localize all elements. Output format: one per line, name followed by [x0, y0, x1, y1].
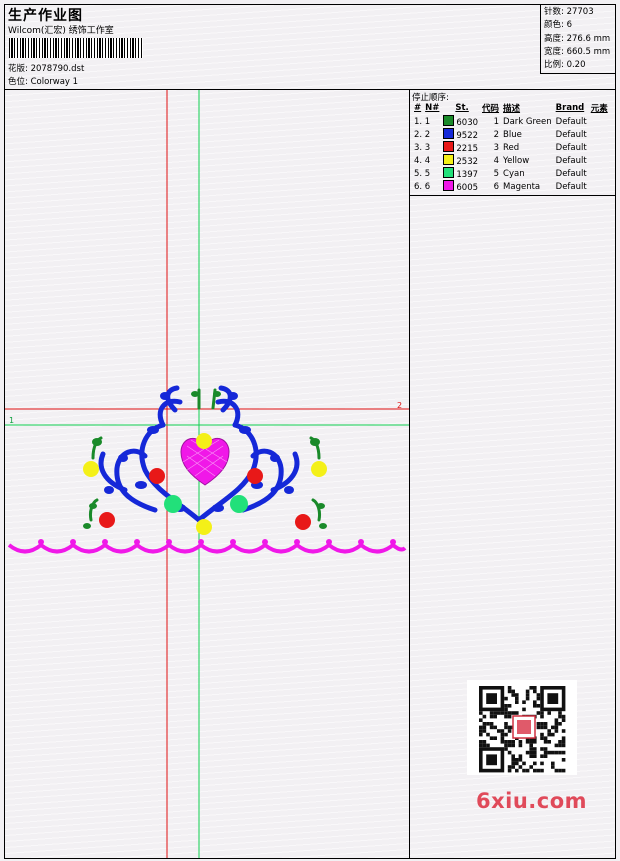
row-swatch-cell: 1397	[441, 167, 480, 180]
studio-subtitle: Wilcom(汇宏) 绣饰工作室	[8, 26, 114, 36]
row-description: Blue	[503, 129, 522, 140]
design-file-label: 花版: 2078790.dst	[8, 64, 85, 74]
col-header-stitch: St.	[455, 103, 469, 113]
row-brand: Default	[555, 168, 587, 179]
worksheet-header: 生产作业图 Wilcom(汇宏) 绣饰工作室 花版: 2078790.dst 色…	[5, 5, 615, 90]
design-height: 高度: 276.6 mm	[544, 33, 611, 44]
row-code: 6005	[456, 183, 479, 193]
embroidery-preview: 1 2	[5, 90, 409, 858]
design-scale: 比例: 0.20	[544, 60, 586, 71]
color-table: # N# St. 代码 描述 Brand 元素 1. 1 6030 1 Dark Gr…	[412, 101, 610, 193]
color-count: 颜色: 6	[544, 20, 572, 31]
color-row[interactable]: 4. 4 2532 4 Yellow Default	[412, 154, 610, 167]
row-index: 5. 5	[414, 168, 431, 179]
row-number: 1	[493, 116, 500, 127]
row-swatch-cell: 6030	[441, 115, 480, 128]
color-row[interactable]: 2. 2 9522 2 Blue Default	[412, 128, 610, 141]
row-index: 4. 4	[414, 155, 431, 166]
color-row[interactable]: 6. 6 6005 6 Magenta Default	[412, 180, 610, 193]
row-index: 2. 2	[414, 129, 431, 140]
qr-code	[467, 680, 577, 775]
color-row[interactable]: 3. 3 2215 3 Red Default	[412, 141, 610, 154]
row-code: 2532	[456, 157, 479, 167]
page-title: 生产作业图	[8, 8, 83, 24]
row-number: 4	[493, 155, 500, 166]
col-header-number: N#	[425, 103, 440, 113]
row-code: 9522	[456, 131, 479, 141]
stats-box: 针数: 27703 颜色: 6 高度: 276.6 mm 宽度: 660.5 m…	[540, 5, 615, 74]
row-element	[589, 167, 610, 180]
row-swatch-cell: 2215	[441, 141, 480, 154]
color-swatch	[443, 128, 455, 139]
row-number: 6	[493, 181, 500, 192]
row-brand: Default	[555, 142, 587, 153]
row-description: Red	[503, 142, 520, 153]
qr-code-image	[479, 686, 566, 773]
row-element	[589, 141, 610, 154]
row-swatch-cell: 9522	[441, 128, 480, 141]
row-description: Dark Green	[503, 116, 552, 127]
color-row[interactable]: 5. 5 1397 5 Cyan Default	[412, 167, 610, 180]
row-number: 3	[493, 142, 500, 153]
col-header-index: #	[414, 103, 422, 113]
row-swatch-cell: 2532	[441, 154, 480, 167]
magenta-scallop-border	[7, 542, 407, 554]
color-row[interactable]: 1. 1 6030 1 Dark Green Default	[412, 115, 610, 128]
row-number: 2	[493, 129, 500, 140]
marker-1: 1	[9, 416, 14, 425]
color-table-header: # N# St. 代码 描述 Brand 元素	[412, 101, 610, 115]
col-header-brand: Brand	[555, 103, 585, 113]
row-element	[589, 154, 610, 167]
watermark-logo: 6xiu.com	[476, 789, 588, 813]
row-brand: Default	[555, 116, 587, 127]
row-description: Cyan	[503, 168, 525, 179]
row-element	[589, 128, 610, 141]
row-code: 1397	[456, 170, 479, 180]
col-header-description: 描述	[503, 104, 521, 114]
row-index: 6. 6	[414, 181, 431, 192]
row-description: Magenta	[503, 181, 541, 192]
scallop-dots	[38, 539, 396, 545]
row-number: 5	[493, 168, 500, 179]
col-header-element: 元素	[590, 104, 608, 114]
row-brand: Default	[555, 129, 587, 140]
marker-2: 2	[397, 401, 402, 410]
row-index: 1. 1	[414, 116, 431, 127]
row-swatch-cell: 6005	[441, 180, 480, 193]
stitch-count: 针数: 27703	[544, 7, 594, 17]
row-description: Yellow	[503, 155, 530, 166]
stop-sequence-panel: 停止顺序: # N# St. 代码 描述 Brand 元素 1. 1 6030 1 D…	[409, 90, 615, 196]
row-index: 3. 3	[414, 142, 431, 153]
barcode	[9, 38, 143, 58]
design-canvas[interactable]: 1 2	[5, 90, 409, 858]
row-brand: Default	[555, 181, 587, 192]
row-brand: Default	[555, 155, 587, 166]
color-swatch	[443, 154, 455, 165]
cyan-flowers	[164, 495, 248, 513]
row-code: 2215	[456, 144, 479, 154]
row-code: 6030	[456, 118, 479, 128]
colorway-label: 色位: Colorway 1	[8, 77, 79, 87]
color-swatch	[443, 141, 455, 152]
color-table-body: 1. 1 6030 1 Dark Green Default 2. 2 9522 2 Blue D…	[412, 115, 610, 193]
design-width: 宽度: 660.5 mm	[544, 46, 611, 57]
color-swatch	[443, 167, 455, 178]
col-header-code: 代码	[482, 104, 500, 114]
color-swatch	[443, 115, 455, 126]
row-element	[589, 180, 610, 193]
row-element	[589, 115, 610, 128]
color-swatch	[443, 180, 455, 191]
